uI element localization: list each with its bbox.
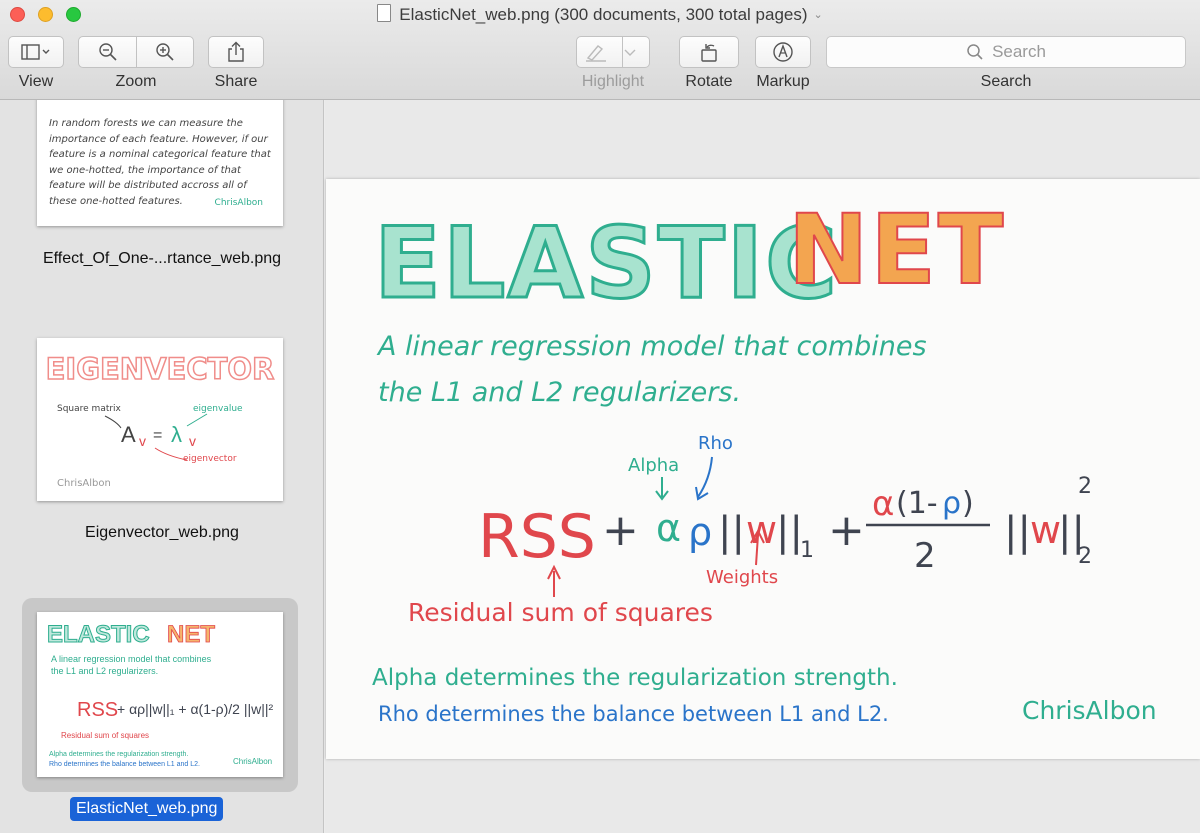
thumbnail-2-eigenvector: eigenvector [183,454,237,464]
rho-symbol: ρ [688,510,712,554]
view-button[interactable] [8,36,64,68]
highlight-divider [622,36,623,68]
thumbnail-effect-of-one-hot[interactable]: In random forests we can measure the imp… [37,100,283,226]
fraction-close-paren: ) [962,486,974,521]
thumbnail-3-label: ElasticNet_web.png [70,797,224,821]
toolbar: ElasticNet_web.png (300 documents, 300 t… [0,0,1200,100]
subtitle-line-1: A linear regression model that combines [376,331,927,362]
svg-text:RSS: RSS [77,699,118,721]
svg-text:A: A [121,422,136,447]
svg-text:Rho determines the balance bet: Rho determines the balance between L1 an… [49,761,200,768]
svg-text:ChrisAlbon: ChrisAlbon [233,757,272,766]
elasticnet-page-canvas: ELASTIC NET A linear regression model th… [372,193,1157,726]
fraction-denominator: 2 [914,536,936,576]
highlight-button[interactable] [576,36,650,68]
norm-bar-right-1: || [776,509,803,555]
highlight-label: Highlight [581,73,645,90]
alpha-arrow [655,477,669,501]
subtitle-line-2: the L1 and L2 regularizers. [378,377,741,408]
norm-bar-left-1: || [718,509,745,555]
alpha-symbol-fraction: α [872,484,894,524]
close-window-button[interactable] [10,7,25,22]
title-net: NET [788,194,1005,306]
window-title-text[interactable]: ElasticNet_web.png (300 documents, 300 t… [399,5,807,24]
title-elastic: ELASTIC [374,207,839,321]
search-field[interactable]: Search [826,36,1186,68]
highlighter-icon [586,45,606,62]
residual-label: Residual sum of squares [408,598,713,627]
svg-text:=: = [153,427,162,444]
zoom-label: Zoom [115,73,157,90]
minimize-window-button[interactable] [38,7,53,22]
rotate-icon [701,44,717,62]
window-title: ElasticNet_web.png (300 documents, 300 t… [0,4,1200,25]
rss-term: RSS [478,502,596,572]
thumbnail-2-equation: A v = λ v [104,413,208,461]
thumbnail-2-signature: ChrisAlbon [57,478,111,489]
rotate-label: Rotate [685,73,733,90]
document-icon [377,4,392,22]
svg-text:A linear regression model that: A linear regression model that combines [51,654,212,664]
thumbnail-1-label: Effect_Of_One-...rtance_web.png [42,250,282,267]
fraction-numerator: (1- [896,486,938,521]
svg-text:v: v [139,433,146,449]
thumbnail-elasticnet[interactable]: ELASTIC NET A linear regression model th… [37,612,283,777]
subscript-2: 2 [1078,544,1092,569]
thumbnail-2-label: Eigenvector_web.png [85,524,239,541]
document-page[interactable]: ELASTIC NET A linear regression model th… [326,179,1200,759]
plus-sign-2: + [828,505,865,556]
svg-text:ELASTIC: ELASTIC [47,621,150,648]
weights-symbol-2: w [1030,508,1061,552]
svg-text:λ: λ [171,422,182,447]
share-icon [228,41,244,62]
rho-arrow [695,456,713,501]
sidebar-icon [21,44,50,60]
search-label: Search [980,73,1032,90]
rho-symbol-fraction: ρ [942,486,961,521]
rho-label: Rho [698,433,733,454]
markup-icon [773,42,793,62]
share-button[interactable] [208,36,264,68]
search-placeholder: Search [992,42,1046,61]
thumbnail-3-image: ELASTIC NET A linear regression model th… [47,621,274,769]
view-label: View [18,73,54,90]
chevron-down-icon[interactable]: ⌄ [814,9,823,21]
weights-symbol-1: w [746,508,777,552]
norm-bar-left-2: || [1004,509,1031,555]
zoom-window-button[interactable] [66,7,81,22]
footer-line-2: Rho determines the balance between L1 an… [378,702,889,726]
svg-text:NET: NET [167,621,215,648]
share-label: Share [214,73,258,90]
markup-label: Markup [756,73,810,90]
svg-text:Residual sum of squares: Residual sum of squares [61,731,149,740]
subscript-1: 1 [800,538,814,563]
thumbnail-eigenvector[interactable]: EIGENVECTOR Square matrix eigenvalue A v… [37,338,283,501]
svg-text:Alpha determines the regulariz: Alpha determines the regularization stre… [49,751,188,758]
svg-text:the L1 and L2 regularizers.: the L1 and L2 regularizers. [51,666,158,676]
zoom-out-icon [98,43,117,61]
zoom-divider [136,36,137,68]
signature: ChrisAlbon [1022,696,1157,725]
markup-button[interactable] [755,36,811,68]
rotate-button[interactable] [679,36,739,68]
plus-sign-1: + [602,505,639,556]
superscript-2: 2 [1078,474,1092,499]
alpha-label: Alpha [628,455,679,476]
zoom-out-button[interactable] [79,42,136,62]
zoom-in-icon [155,43,174,61]
search-icon [967,44,983,60]
thumbnail-1-signature: ChrisAlbon [214,198,263,208]
svg-text:v: v [189,433,196,449]
thumbnail-1-text: In random forests we can measure the imp… [49,118,271,207]
zoom-in-button[interactable] [136,42,193,62]
thumbnail-sidebar: In random forests we can measure the imp… [0,100,324,833]
svg-text:+ αρ||w||₁ + α(1-ρ)/2 ||w||²: + αρ||w||₁ + α(1-ρ)/2 ||w||² [117,701,274,717]
weights-label: Weights [706,567,778,588]
alpha-symbol: α [656,506,681,550]
document-viewer: ELASTIC NET A linear regression model th… [325,100,1200,833]
footer-line-1: Alpha determines the regularization stre… [372,665,898,691]
